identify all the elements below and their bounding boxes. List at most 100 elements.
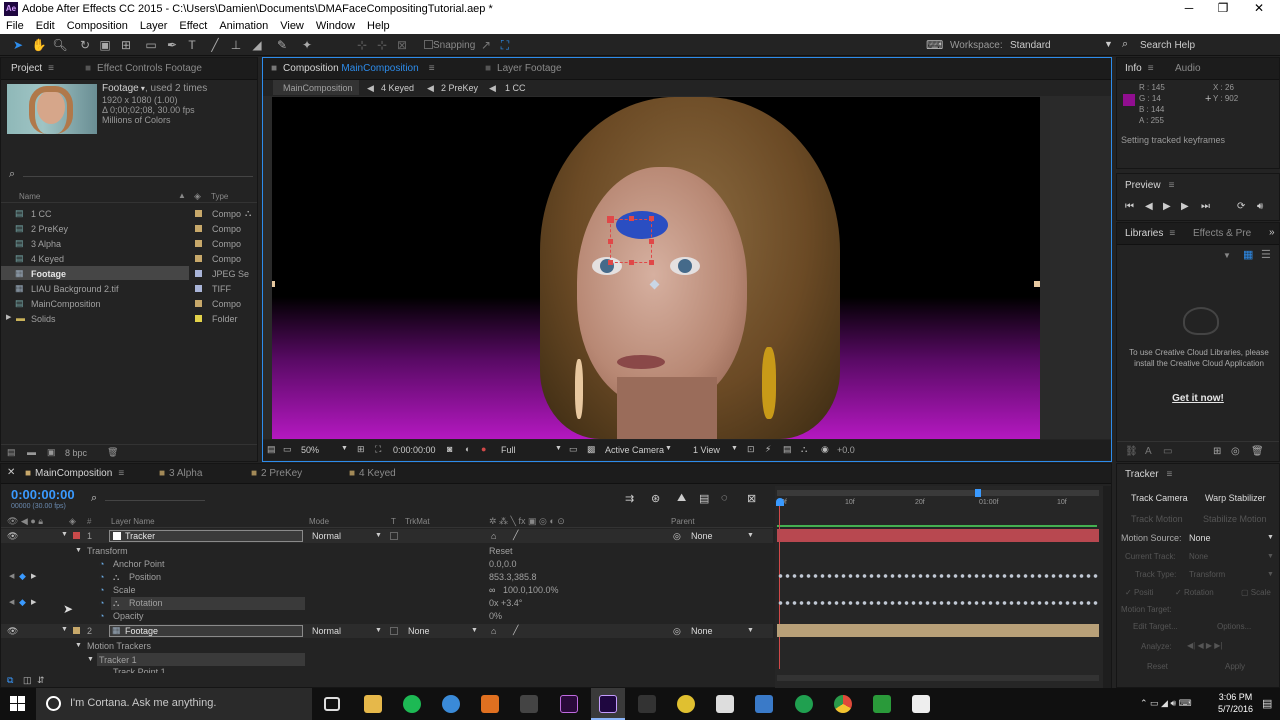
snapping-checkbox[interactable] (424, 40, 433, 49)
menu-composition[interactable]: Composition (61, 18, 134, 32)
play-icon[interactable]: ▶ (1163, 201, 1171, 212)
chevron-down-icon[interactable]: ▼ (1104, 39, 1113, 49)
first-frame-icon[interactable]: ⏮ (1125, 201, 1134, 212)
stock-icon[interactable]: ⊞ (1213, 446, 1221, 457)
tracker-1-group[interactable]: Tracker 1 (99, 655, 137, 665)
selection-tool-icon[interactable]: ➤ (10, 37, 26, 53)
calculator-icon[interactable] (716, 695, 734, 713)
disclosure-triangle-icon[interactable]: ▼ (75, 547, 82, 554)
current-time-display[interactable]: 0:00:00:00 (393, 445, 436, 455)
composition-switches-icon[interactable]: ⧉ (7, 675, 13, 686)
rotation-checkbox[interactable]: ✓ Rotation (1175, 588, 1214, 597)
disclosure-triangle-icon[interactable]: ▼ (87, 656, 94, 663)
list-item[interactable]: ▤ 4 Keyed Compo (1, 251, 257, 266)
fast-preview-icon[interactable]: ⚡︎ (765, 444, 771, 455)
tab-audio[interactable]: Audio (1175, 63, 1201, 74)
lightroom-icon[interactable] (520, 695, 538, 713)
always-preview-icon[interactable]: ▤ (267, 444, 276, 455)
tab-project[interactable]: Project ≡ (11, 63, 54, 74)
menu-view[interactable]: View (274, 18, 310, 32)
workspace-dropdown[interactable]: Standard (1010, 40, 1051, 51)
list-view-icon[interactable]: ☰ (1261, 248, 1271, 261)
reset-exposure-icon[interactable]: ◉ (821, 444, 829, 455)
transform-reset-link[interactable]: Reset (489, 546, 513, 556)
workspace-keyboard-icon[interactable]: ⌨ (926, 37, 943, 53)
breadcrumb-maincomposition[interactable]: MainComposition (283, 83, 353, 93)
get-it-now-link[interactable]: Get it now! (1117, 393, 1279, 404)
app-icon[interactable] (677, 695, 695, 713)
trash-icon[interactable]: 🗑︎ (1251, 446, 1264, 457)
breadcrumb-1-cc[interactable]: 1 CC (505, 83, 526, 93)
windows-start-icon[interactable] (10, 696, 26, 712)
breadcrumb-4-keyed[interactable]: 4 Keyed (381, 83, 414, 93)
sync-icon[interactable]: ◎ (1231, 446, 1240, 457)
position-checkbox[interactable]: ✓ Positi (1125, 588, 1154, 597)
app-icon[interactable] (755, 695, 773, 713)
premiere-icon[interactable] (560, 695, 578, 713)
app-icon[interactable] (795, 695, 813, 713)
menu-effect[interactable]: Effect (173, 18, 213, 32)
menu-layer[interactable]: Layer (134, 18, 174, 32)
shy-layers-icon[interactable]: ⛰ (677, 492, 686, 505)
draft-3d-icon[interactable]: ⊛ (651, 492, 660, 505)
preserve-transparency-checkbox[interactable] (390, 532, 398, 540)
next-frame-icon[interactable]: ▶ (1181, 201, 1189, 212)
table-row[interactable]: ◔ Scale ∞ 100.0,100.0% (1, 584, 773, 597)
tab-libraries[interactable]: Libraries ≡ (1125, 228, 1175, 239)
motion-blur-icon[interactable]: ◌ (721, 492, 728, 504)
spotify-icon[interactable] (403, 695, 421, 713)
brush-tool-icon[interactable]: ╱ (207, 37, 223, 53)
tab-maincomposition[interactable]: ■ MainComposition ≡ (25, 468, 124, 479)
axis-world-icon[interactable]: ⊹ (374, 37, 390, 53)
zoom-tool-icon[interactable]: 🔍︎ (52, 37, 68, 53)
exposure-value[interactable]: +0.0 (837, 445, 855, 455)
monitor-icon[interactable]: ▭ (283, 444, 292, 455)
search-help-input[interactable]: Search Help (1140, 40, 1195, 51)
snap-icon[interactable]: ↗ (478, 37, 494, 53)
resolution-dropdown[interactable]: Full (501, 445, 516, 455)
toggle-pixel-aspect-icon[interactable]: ⊡ (747, 444, 755, 455)
tab-effect-controls[interactable]: ■ Effect Controls Footage (85, 63, 202, 74)
clock[interactable]: 3:06 PM 5/7/2016 (1218, 691, 1253, 715)
toggle-in-out-icon[interactable]: ⇵ (37, 675, 45, 686)
menu-edit[interactable]: Edit (30, 18, 61, 32)
table-row[interactable]: ◔ Opacity 0% (1, 610, 773, 623)
tab-2-prekey[interactable]: ■ 2 PreKey (251, 468, 302, 479)
scale-checkbox[interactable]: ▢ Scale (1241, 588, 1271, 597)
list-item[interactable]: ▦ LIAU Background 2.tif TIFF (1, 281, 257, 296)
cortana-search-box[interactable]: I'm Cortana. Ask me anything. (36, 688, 312, 720)
close-icon[interactable]: ✕ (7, 467, 15, 478)
analyze-controls-icon[interactable]: ◀| ◀ ▶ ▶| (1187, 641, 1222, 650)
roto-brush-tool-icon[interactable]: ✎ (274, 37, 290, 53)
tracker-apply-button[interactable]: Apply (1225, 662, 1245, 671)
transparency-grid-icon[interactable]: ▩ (587, 444, 596, 455)
new-composition-icon[interactable]: ▣ (47, 447, 56, 458)
axis-local-icon[interactable]: ⊹ (354, 37, 370, 53)
menu-animation[interactable]: Animation (213, 18, 274, 32)
current-track-dropdown[interactable]: None (1189, 552, 1208, 561)
chrome-icon[interactable] (834, 695, 852, 713)
project-search-input[interactable] (23, 176, 253, 177)
chevron-down-icon[interactable]: ▼ (1223, 251, 1231, 260)
app-icon[interactable] (638, 695, 656, 713)
rectangle-tool-icon[interactable]: ▭ (143, 37, 159, 53)
disclosure-triangle-icon[interactable]: ▼ (75, 642, 82, 649)
bit-depth-button[interactable]: 8 bpc (65, 448, 87, 458)
table-row[interactable]: ◔ Anchor Point 0.0,0.0 (1, 558, 773, 571)
frame-blending-icon[interactable]: ▤ (699, 492, 709, 505)
previous-frame-icon[interactable]: ◀ (1145, 201, 1153, 212)
breadcrumb-2-prekey[interactable]: 2 PreKey (441, 83, 478, 93)
list-item-selected[interactable]: ▦ Footage (1, 266, 189, 280)
parent-dropdown[interactable]: None (691, 531, 713, 541)
hand-tool-icon[interactable]: ✋ (31, 37, 47, 53)
blend-mode-dropdown[interactable]: Normal (312, 531, 341, 541)
eraser-tool-icon[interactable]: ◢ (249, 37, 265, 53)
mask-visibility-icon[interactable]: ⛶ (375, 444, 381, 455)
grid-view-icon[interactable]: ▦ (1243, 248, 1253, 261)
tab-3-alpha[interactable]: ■ 3 Alpha (159, 468, 202, 479)
browser-icon[interactable] (442, 695, 460, 713)
motion-trackers-group[interactable]: Motion Trackers (87, 641, 151, 651)
rotate-tool-icon[interactable]: ↻ (77, 37, 93, 53)
track-point-1-group[interactable]: Track Point 1 (113, 667, 166, 673)
options-button[interactable]: Options... (1217, 622, 1251, 631)
